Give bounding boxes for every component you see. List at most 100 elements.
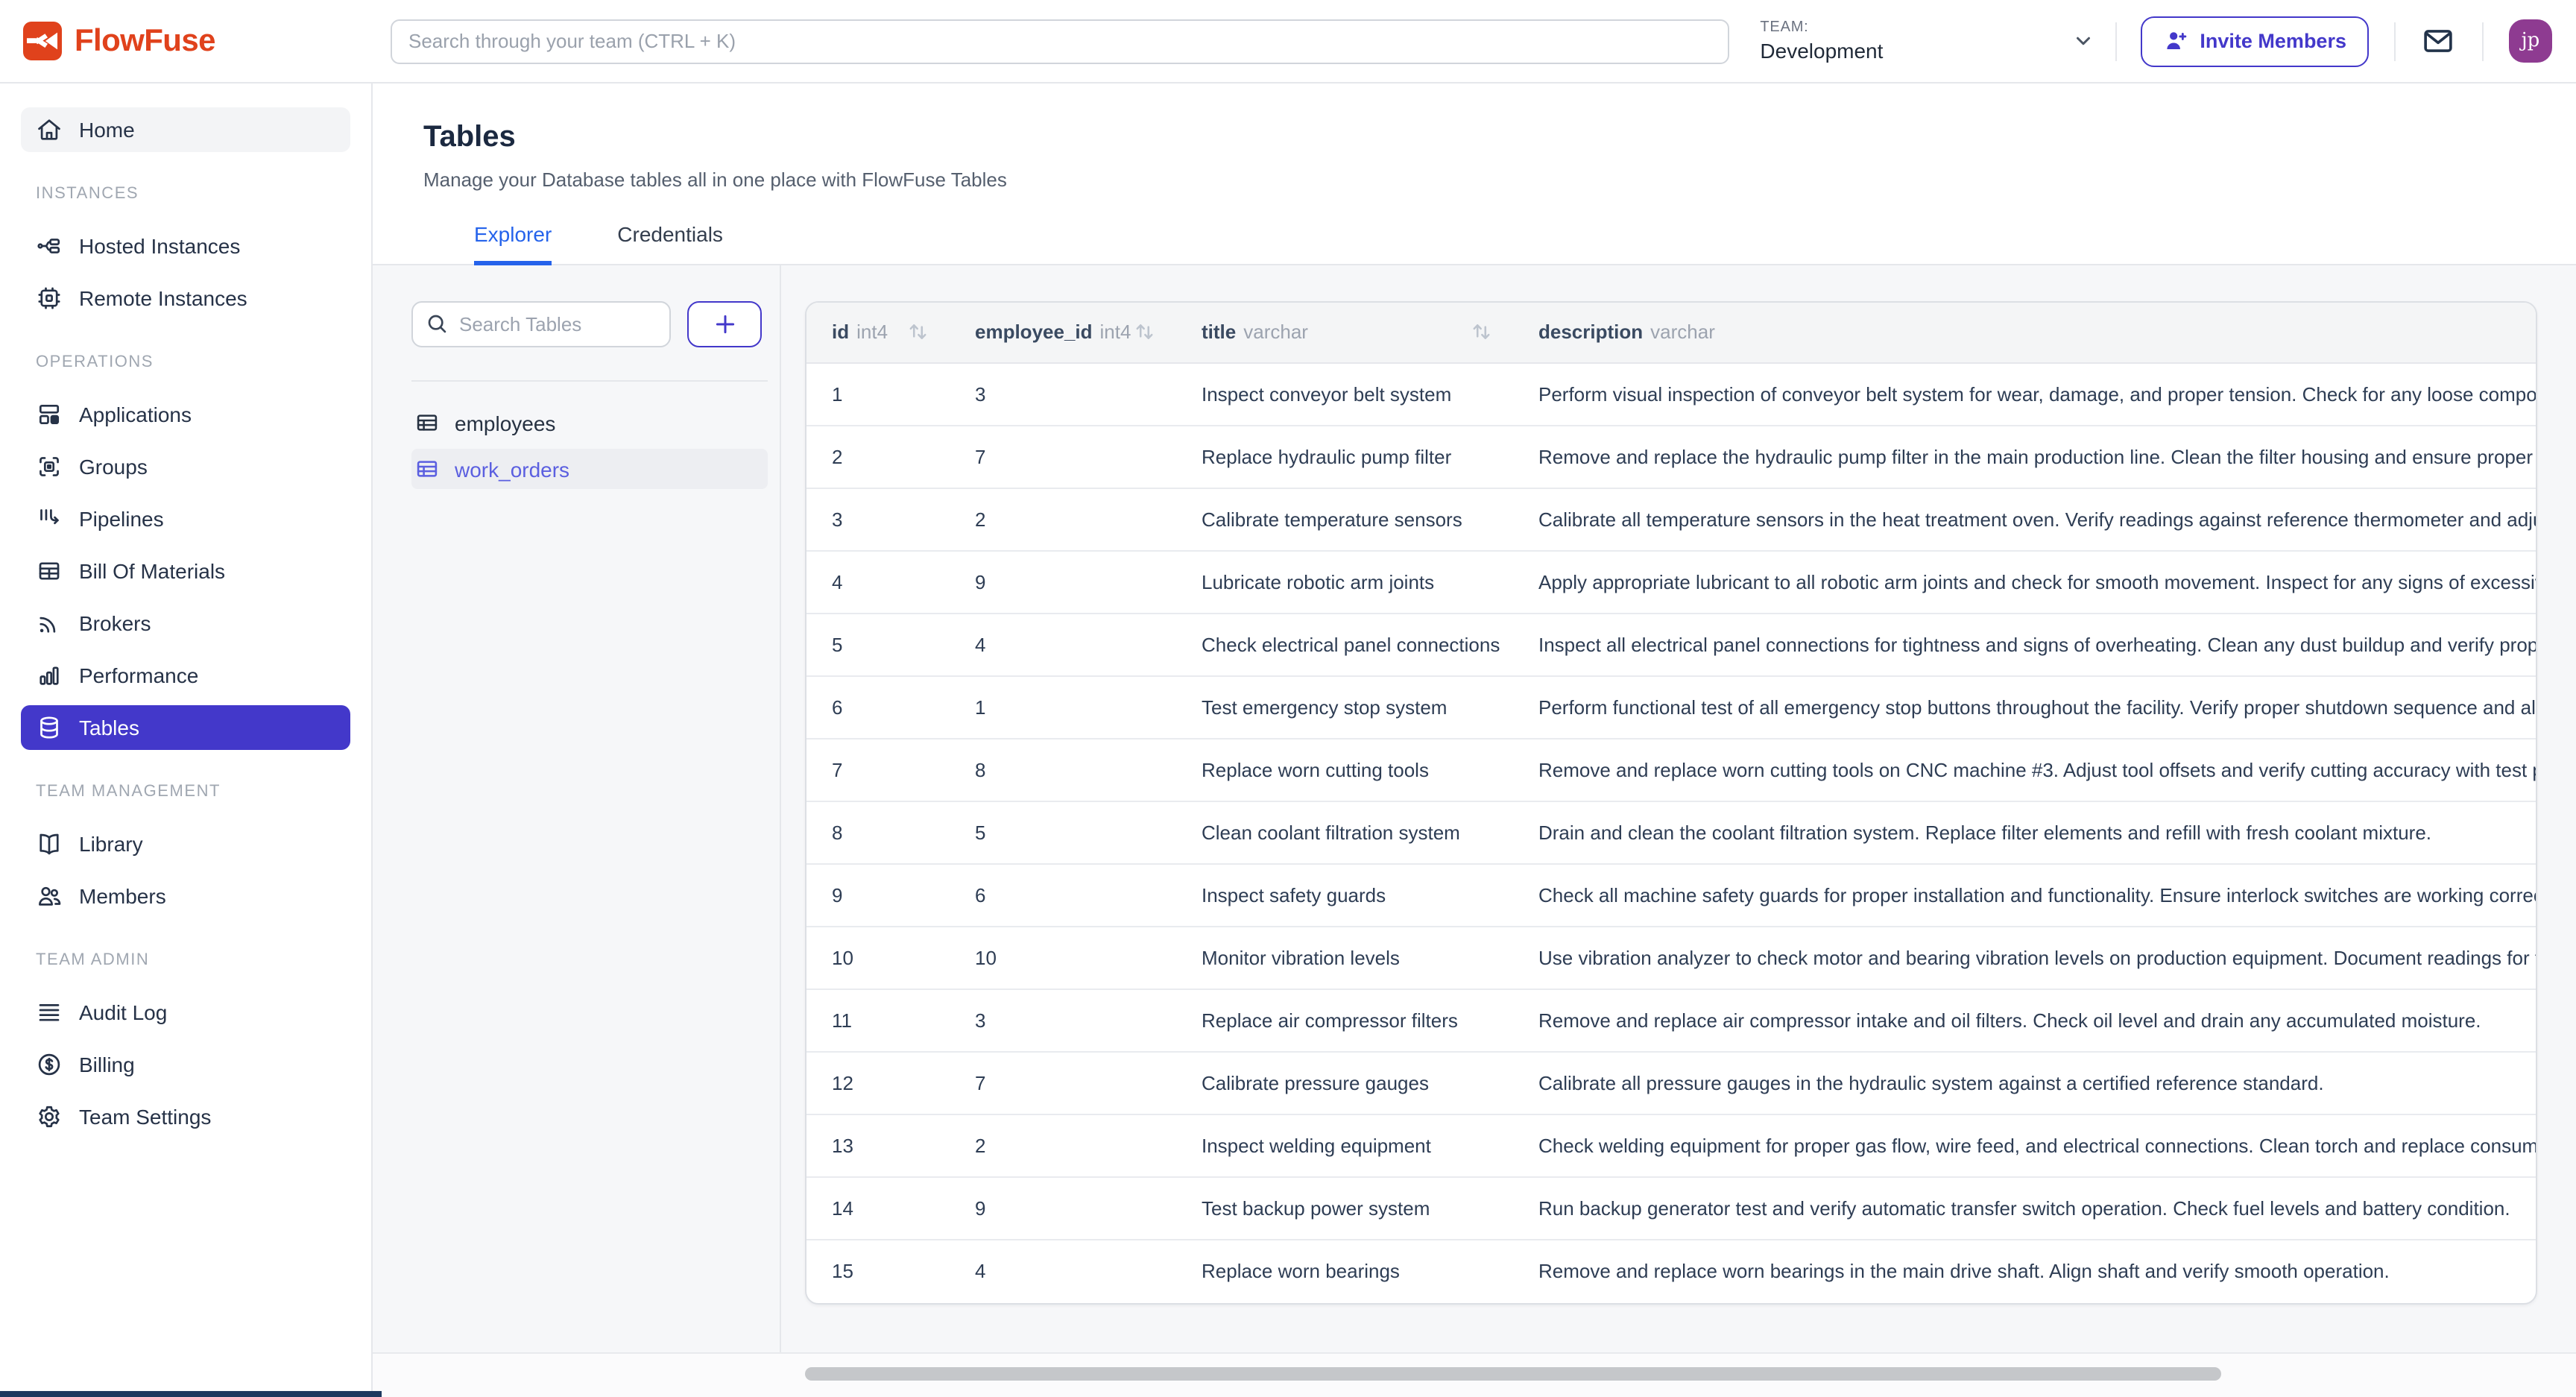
sidebar: HomeINSTANCESHosted InstancesRemote Inst… bbox=[0, 83, 373, 1397]
table-row[interactable]: 132Inspect welding equipmentCheck weldin… bbox=[806, 1114, 2537, 1176]
table-list-item-work_orders[interactable]: work_orders bbox=[411, 449, 768, 489]
hosted-instances-icon bbox=[36, 233, 63, 259]
sort-icon[interactable] bbox=[1468, 320, 1494, 345]
team-search-input[interactable] bbox=[391, 19, 1729, 63]
table-row[interactable]: 154Replace worn bearingsRemove and repla… bbox=[806, 1239, 2537, 1302]
main-content: Tables Manage your Database tables all i… bbox=[373, 83, 2576, 1397]
explorer-divider bbox=[411, 380, 768, 382]
sort-icon[interactable] bbox=[1131, 320, 1157, 345]
cell-title: Calibrate pressure gauges bbox=[1176, 1051, 1513, 1114]
table-row[interactable]: 113Replace air compressor filtersRemove … bbox=[806, 988, 2537, 1051]
table-row[interactable]: 13Inspect conveyor belt systemPerform vi… bbox=[806, 362, 2537, 425]
column-name: title bbox=[1202, 321, 1236, 344]
sidebar-item-remote-instances[interactable]: Remote Instances bbox=[21, 276, 350, 321]
cell-employee_id: 5 bbox=[950, 801, 1176, 863]
page-title: Tables bbox=[423, 121, 2576, 155]
column-header-id[interactable]: idint4 bbox=[806, 303, 950, 362]
header-divider bbox=[2482, 22, 2484, 60]
sort-icon[interactable] bbox=[905, 320, 930, 345]
table-row[interactable]: 149Test backup power systemRun backup ge… bbox=[806, 1176, 2537, 1239]
sidebar-item-label: Audit Log bbox=[79, 1000, 167, 1024]
table-row[interactable]: 1010Monitor vibration levelsUse vibratio… bbox=[806, 926, 2537, 988]
column-name: description bbox=[1538, 321, 1643, 344]
sidebar-section-label: OPERATIONS bbox=[36, 353, 347, 371]
sidebar-item-billing[interactable]: Billing bbox=[21, 1042, 350, 1087]
notifications-mail-button[interactable] bbox=[2421, 23, 2457, 59]
table-row[interactable]: 78Replace worn cutting toolsRemove and r… bbox=[806, 738, 2537, 801]
table-row[interactable]: 127Calibrate pressure gaugesCalibrate al… bbox=[806, 1051, 2537, 1114]
applications-icon bbox=[36, 401, 63, 428]
column-header-title[interactable]: titlevarchar bbox=[1176, 303, 1513, 362]
cell-id: 5 bbox=[806, 613, 950, 675]
tab-explorer[interactable]: Explorer bbox=[474, 222, 552, 264]
flowfuse-logo[interactable]: FlowFuse bbox=[22, 21, 391, 61]
table-row[interactable]: 61Test emergency stop systemPerform func… bbox=[806, 675, 2537, 738]
table-row[interactable]: 96Inspect safety guardsCheck all machine… bbox=[806, 863, 2537, 926]
table-row[interactable]: 32Calibrate temperature sensorsCalibrate… bbox=[806, 488, 2537, 550]
invite-members-button[interactable]: Invite Members bbox=[2140, 16, 2369, 66]
sidebar-item-label: Groups bbox=[79, 455, 148, 479]
cell-id: 15 bbox=[806, 1239, 950, 1302]
table-row[interactable]: 54Check electrical panel connectionsInsp… bbox=[806, 613, 2537, 675]
cell-employee_id: 3 bbox=[950, 362, 1176, 425]
sidebar-item-members[interactable]: Members bbox=[21, 874, 350, 918]
cell-employee_id: 4 bbox=[950, 1239, 1176, 1302]
sidebar-item-label: Remote Instances bbox=[79, 286, 247, 310]
sidebar-item-library[interactable]: Library bbox=[21, 822, 350, 866]
sidebar-item-label: Home bbox=[79, 118, 135, 142]
cell-employee_id: 8 bbox=[950, 738, 1176, 801]
cell-title: Inspect welding equipment bbox=[1176, 1114, 1513, 1176]
table-name: employees bbox=[455, 411, 555, 435]
sidebar-item-label: Bill Of Materials bbox=[79, 559, 225, 583]
cell-employee_id: 9 bbox=[950, 550, 1176, 613]
column-header-description[interactable]: descriptionvarchar bbox=[1513, 303, 2537, 362]
cell-description: Perform functional test of all emergency… bbox=[1513, 675, 2537, 738]
plus-icon bbox=[712, 312, 737, 337]
sidebar-item-pipelines[interactable]: Pipelines bbox=[21, 496, 350, 541]
user-plus-icon bbox=[2162, 28, 2188, 54]
sidebar-item-team-settings[interactable]: Team Settings bbox=[21, 1094, 350, 1139]
table-row[interactable]: 49Lubricate robotic arm jointsApply appr… bbox=[806, 550, 2537, 613]
cell-title: Test emergency stop system bbox=[1176, 675, 1513, 738]
chevron-down-icon bbox=[2071, 30, 2094, 52]
cell-description: Remove and replace worn bearings in the … bbox=[1513, 1239, 2537, 1302]
table-row[interactable]: 27Replace hydraulic pump filterRemove an… bbox=[806, 425, 2537, 488]
sidebar-item-groups[interactable]: Groups bbox=[21, 444, 350, 489]
team-switcher[interactable]: TEAM: Development bbox=[1760, 19, 2115, 62]
sidebar-item-brokers[interactable]: Brokers bbox=[21, 601, 350, 646]
user-avatar[interactable]: jp bbox=[2509, 19, 2552, 63]
sidebar-item-tables[interactable]: Tables bbox=[21, 705, 350, 750]
search-tables-input[interactable] bbox=[411, 301, 671, 347]
cell-id: 11 bbox=[806, 988, 950, 1051]
cell-title: Replace hydraulic pump filter bbox=[1176, 425, 1513, 488]
sidebar-item-label: Billing bbox=[79, 1053, 135, 1076]
sidebar-item-applications[interactable]: Applications bbox=[21, 392, 350, 437]
mail-icon bbox=[2421, 24, 2457, 58]
sidebar-item-label: Pipelines bbox=[79, 507, 164, 531]
cell-title: Replace worn cutting tools bbox=[1176, 738, 1513, 801]
cell-title: Replace air compressor filters bbox=[1176, 988, 1513, 1051]
sidebar-item-hosted-instances[interactable]: Hosted Instances bbox=[21, 224, 350, 268]
sidebar-item-bill-of-materials[interactable]: Bill Of Materials bbox=[21, 549, 350, 593]
cell-id: 14 bbox=[806, 1176, 950, 1239]
flowfuse-logo-icon bbox=[22, 21, 63, 61]
sidebar-item-audit-log[interactable]: Audit Log bbox=[21, 990, 350, 1035]
cell-id: 2 bbox=[806, 425, 950, 488]
column-header-employee_id[interactable]: employee_idint4 bbox=[950, 303, 1176, 362]
table-list-item-employees[interactable]: employees bbox=[411, 403, 768, 443]
horizontal-scrollbar-thumb[interactable] bbox=[805, 1367, 2221, 1381]
cell-description: Calibrate all temperature sensors in the… bbox=[1513, 488, 2537, 550]
table-area: idint4employee_idint4titlevarchardescrip… bbox=[781, 265, 2576, 1397]
column-name: employee_id bbox=[975, 321, 1093, 344]
table-row[interactable]: 85Clean coolant filtration systemDrain a… bbox=[806, 801, 2537, 863]
add-table-button[interactable] bbox=[687, 301, 762, 347]
cell-title: Monitor vibration levels bbox=[1176, 926, 1513, 988]
cell-id: 9 bbox=[806, 863, 950, 926]
sidebar-item-label: Applications bbox=[79, 403, 192, 426]
sidebar-item-home[interactable]: Home bbox=[21, 107, 350, 152]
team-settings-icon bbox=[36, 1103, 63, 1130]
sidebar-item-performance[interactable]: Performance bbox=[21, 653, 350, 698]
tab-credentials[interactable]: Credentials bbox=[617, 222, 723, 264]
sidebar-item-label: Members bbox=[79, 884, 166, 908]
cell-employee_id: 9 bbox=[950, 1176, 1176, 1239]
